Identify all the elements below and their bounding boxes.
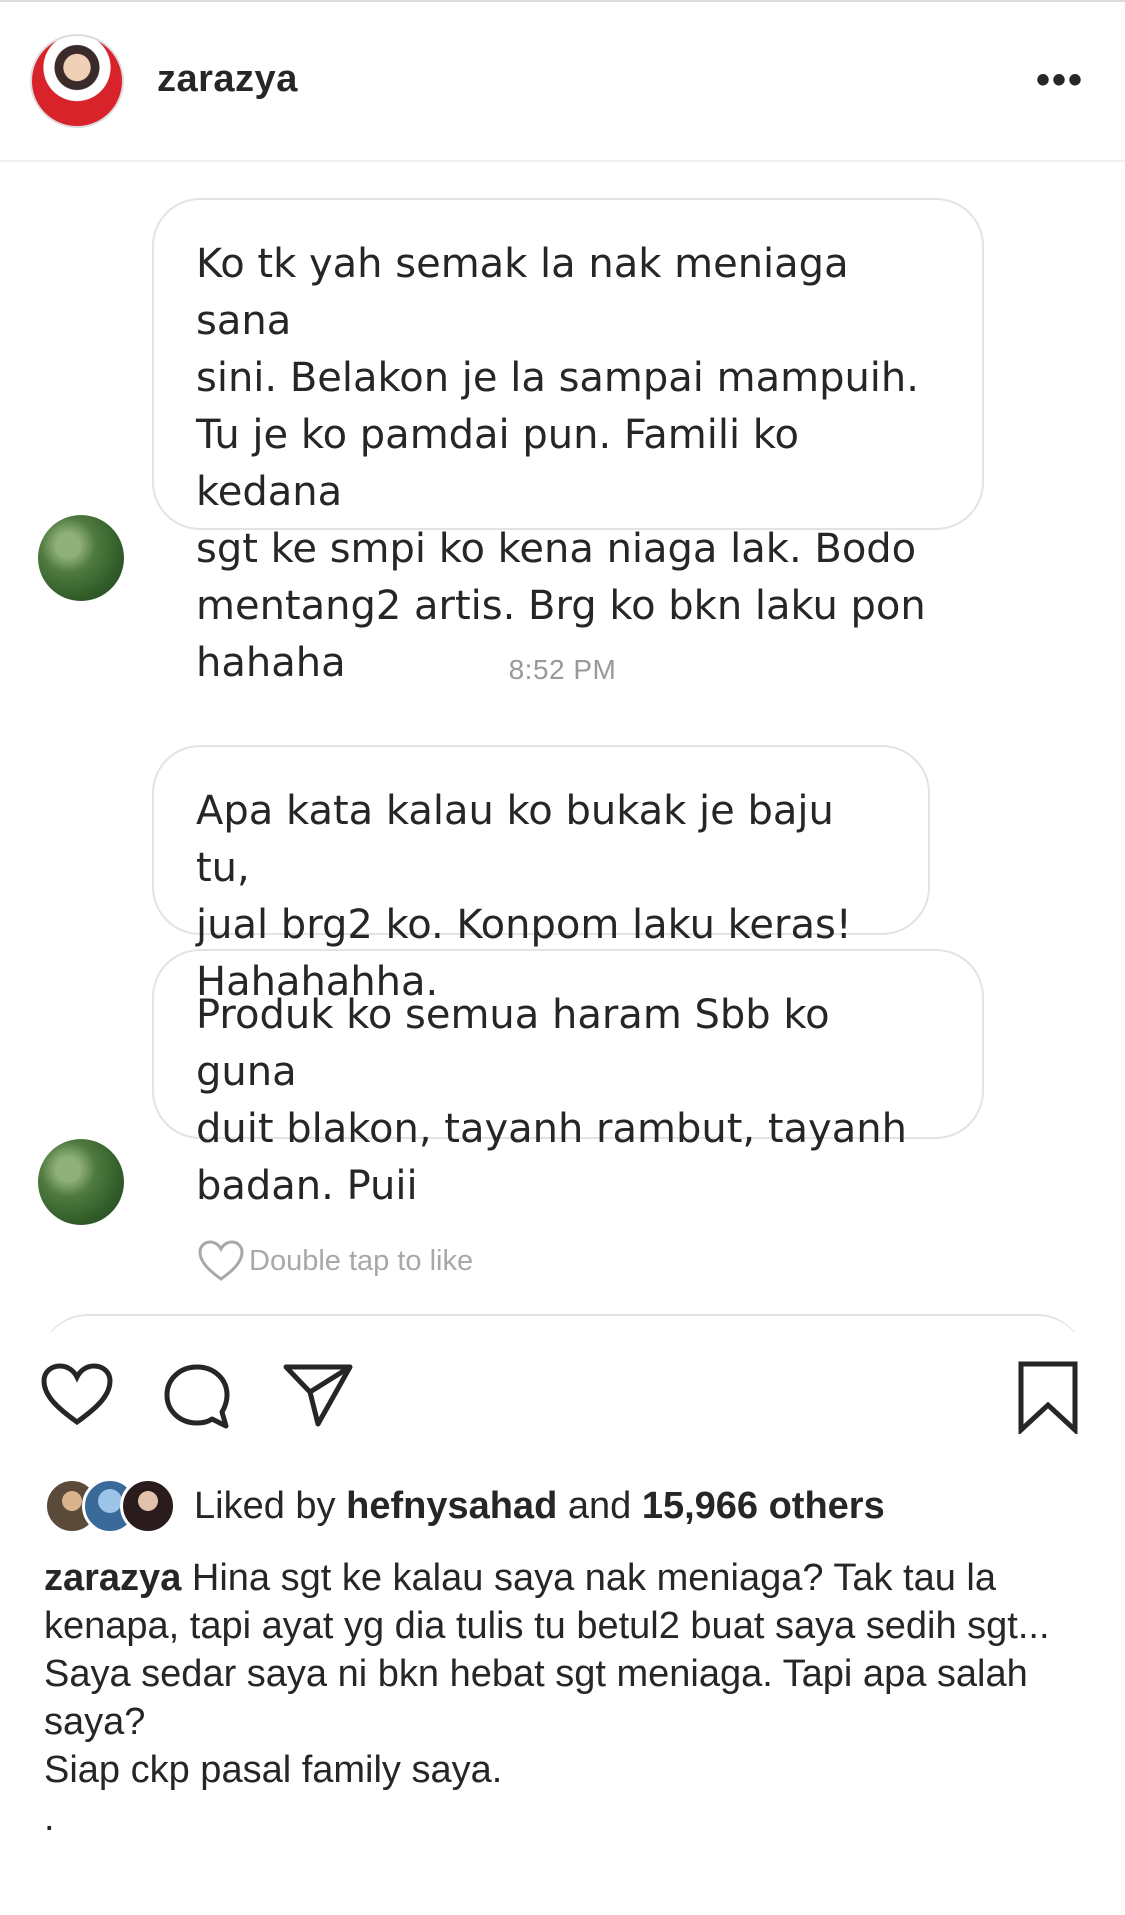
post-image-dm-screenshot[interactable]: Ko tk yah semak la nak meniaga sana sini… — [0, 162, 1125, 1332]
comment-icon[interactable] — [162, 1362, 232, 1432]
heart-outline-icon — [198, 1240, 244, 1281]
action-bar — [0, 1332, 1125, 1442]
profile-avatar[interactable] — [30, 34, 124, 128]
caption-username[interactable]: zarazya — [44, 1557, 181, 1599]
liked-by-prefix: Liked by — [194, 1484, 336, 1527]
more-icon[interactable]: ••• — [1036, 60, 1084, 100]
liker-avatars — [44, 1478, 184, 1534]
double-tap-hint: Double tap to like — [197, 1239, 473, 1283]
dm-message-1: Ko tk yah semak la nak meniaga sana sini… — [152, 198, 984, 686]
post-header: zarazya ••• — [0, 2, 1125, 162]
caption-text-3: Siap ckp pasal family saya. — [44, 1749, 503, 1791]
double-tap-label: Double tap to like — [249, 1244, 474, 1277]
post-username[interactable]: zarazya — [157, 58, 298, 101]
sender-avatar — [38, 1139, 124, 1225]
dm-message-3: Produk ko semua haram Sbb ko guna duit b… — [152, 949, 984, 1209]
dm-timestamp: 8:52 PM — [508, 654, 617, 685]
post-caption: zarazya Hina sgt ke kalau saya nak menia… — [44, 1554, 1084, 1842]
caption-text-2: Saya sedar saya ni bkn hebat sgt meniaga… — [44, 1653, 1028, 1743]
sender-avatar — [38, 515, 124, 601]
next-message-partial — [40, 1314, 1085, 1332]
caption-text-4: . — [44, 1797, 55, 1839]
liked-by-user[interactable]: hefnysahad — [346, 1485, 557, 1528]
likes-count[interactable]: 15,966 others — [642, 1485, 885, 1528]
likes-row[interactable]: Liked by hefnysahad and 15,966 others — [44, 1476, 885, 1536]
caption-text-1: Hina sgt ke kalau saya nak meniaga? Tak … — [44, 1557, 1050, 1647]
liked-by-and: and — [567, 1484, 632, 1527]
heart-icon[interactable] — [40, 1362, 114, 1428]
avatar — [120, 1478, 176, 1534]
bookmark-icon[interactable] — [1016, 1360, 1080, 1434]
dm-message-2: Apa kata kalau ko bukak je baju tu, jual… — [152, 745, 930, 1005]
send-icon[interactable] — [282, 1362, 354, 1428]
